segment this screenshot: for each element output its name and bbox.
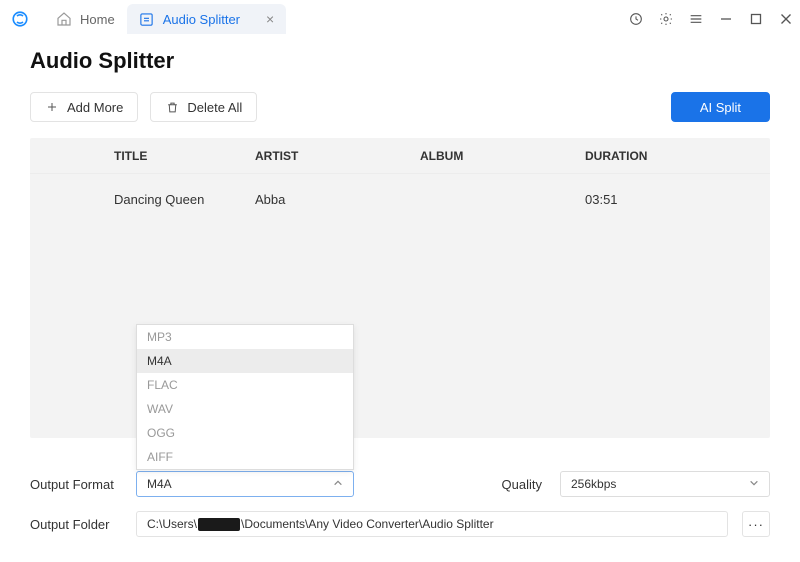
table-header: TITLE ARTIST ALBUM DURATION — [30, 138, 770, 174]
th-artist: ARTIST — [255, 149, 420, 163]
audio-splitter-tab-icon — [139, 11, 155, 27]
home-icon — [56, 11, 72, 27]
format-option-mp3[interactable]: MP3 — [137, 325, 353, 349]
tab-audio-splitter[interactable]: Audio Splitter × — [127, 4, 287, 34]
chevron-up-icon — [333, 477, 343, 491]
delete-all-button[interactable]: Delete All — [150, 92, 257, 122]
plus-icon — [45, 100, 59, 114]
th-album: ALBUM — [420, 149, 585, 163]
menu-icon[interactable] — [688, 11, 704, 27]
titlebar: Home Audio Splitter × — [0, 0, 800, 38]
format-option-ogg[interactable]: OGG — [137, 421, 353, 445]
output-folder-label: Output Folder — [30, 517, 122, 532]
output-settings: Output Format M4A Quality 256kbps Output… — [0, 464, 800, 562]
ai-split-button[interactable]: AI Split — [671, 92, 770, 122]
cell-duration: 03:51 — [585, 192, 750, 207]
output-folder-input[interactable]: C:\Users\\Documents\Any Video Converter\… — [136, 511, 728, 537]
browse-folder-button[interactable]: ··· — [742, 511, 770, 537]
format-option-m4a[interactable]: M4A — [137, 349, 353, 373]
format-option-wav[interactable]: WAV — [137, 397, 353, 421]
quality-select[interactable]: 256kbps — [560, 471, 770, 497]
tab-home-label: Home — [80, 12, 115, 27]
format-option-aiff[interactable]: AIFF — [137, 445, 353, 469]
th-title: TITLE — [90, 149, 255, 163]
quality-label: Quality — [502, 477, 542, 492]
trash-icon — [165, 100, 179, 114]
tab-home[interactable]: Home — [44, 4, 127, 34]
window-controls — [628, 11, 794, 27]
add-more-button[interactable]: Add More — [30, 92, 138, 122]
toolbar: Add More Delete All AI Split — [30, 92, 770, 122]
close-button[interactable] — [778, 11, 794, 27]
page-title: Audio Splitter — [30, 48, 770, 74]
tab-close-icon[interactable]: × — [266, 11, 274, 27]
cell-artist: Abba — [255, 192, 420, 207]
tab-active-label: Audio Splitter — [163, 12, 240, 27]
chevron-down-icon — [749, 477, 759, 491]
settings-icon[interactable] — [658, 11, 674, 27]
output-format-select[interactable]: M4A — [136, 471, 354, 497]
maximize-button[interactable] — [748, 11, 764, 27]
format-option-flac[interactable]: FLAC — [137, 373, 353, 397]
output-format-label: Output Format — [30, 477, 122, 492]
th-duration: DURATION — [585, 149, 750, 163]
table-row[interactable]: Dancing Queen Abba 03:51 — [30, 174, 770, 224]
history-icon[interactable] — [628, 11, 644, 27]
cell-title: Dancing Queen — [90, 192, 255, 207]
app-logo-icon — [10, 9, 30, 29]
redacted-username — [198, 518, 240, 531]
output-format-dropdown[interactable]: MP3M4AFLACWAVOGGAIFF — [136, 324, 354, 470]
minimize-button[interactable] — [718, 11, 734, 27]
